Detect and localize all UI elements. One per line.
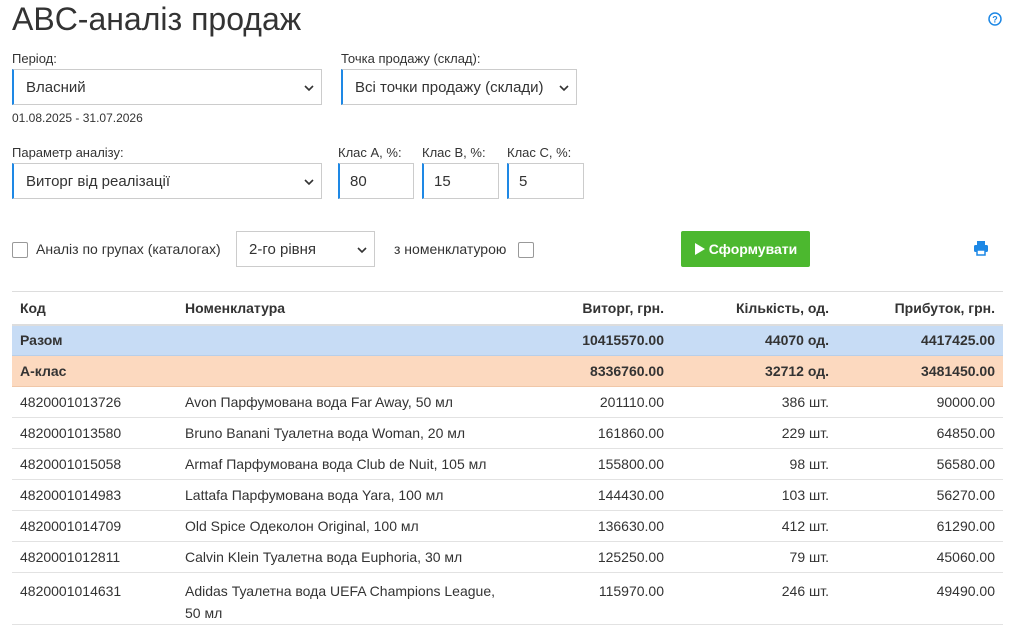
svg-text:?: ? (992, 15, 998, 25)
with-nomenclature-checkbox[interactable] (518, 242, 534, 258)
abc-report-table: Код Номенклатура Виторг, грн. Кількість,… (12, 291, 1003, 625)
class-a-profit: 3481450.00 (837, 355, 1003, 387)
row-name: Lattafa Парфумована вода Yara, 100 мл (177, 479, 522, 511)
generate-button[interactable]: Сформувати (681, 231, 810, 267)
col-qty-header[interactable]: Кількість, од. (672, 291, 837, 326)
col-revenue-header[interactable]: Виторг, грн. (522, 291, 672, 326)
row-code: 4820001014983 (12, 479, 177, 511)
row-profit: 49490.00 (837, 572, 1003, 625)
period-select[interactable]: Власний (12, 69, 322, 105)
point-select[interactable]: Всі точки продажу (склади) (341, 69, 577, 105)
class-c-label: Клас C, %: (507, 145, 572, 160)
class-b-input[interactable]: 15 (422, 163, 499, 199)
class-a-label: Клас A, %: (338, 145, 402, 160)
row-revenue: 155800.00 (522, 448, 672, 480)
table-row[interactable]: 4820001013580 Bruno Banani Туалетна вода… (12, 417, 1003, 449)
printer-icon[interactable] (973, 240, 989, 256)
row-qty: 79 шт. (672, 541, 837, 573)
col-code-header[interactable]: Код (12, 291, 177, 326)
row-revenue: 201110.00 (522, 386, 672, 418)
row-name: Calvin Klein Туалетна вода Euphoria, 30 … (177, 541, 522, 573)
chevron-down-icon (304, 179, 314, 186)
total-label: Разом (12, 324, 177, 356)
class-b-label: Клас B, %: (422, 145, 486, 160)
table-row[interactable]: 4820001013726 Avon Парфумована вода Far … (12, 386, 1003, 418)
row-name: Adidas Туалетна вода UEFA Champions Leag… (177, 572, 522, 625)
table-row[interactable]: 4820001014631 Adidas Туалетна вода UEFA … (12, 572, 1003, 625)
row-profit: 56580.00 (837, 448, 1003, 480)
row-qty: 98 шт. (672, 448, 837, 480)
row-qty: 386 шт. (672, 386, 837, 418)
row-revenue: 136630.00 (522, 510, 672, 542)
row-revenue: 115970.00 (522, 572, 672, 625)
row-code: 4820001014709 (12, 510, 177, 542)
param-select-value: Виторг від реалізації (26, 172, 171, 190)
row-name: Bruno Banani Туалетна вода Woman, 20 мл (177, 417, 522, 449)
class-c-input[interactable]: 5 (507, 163, 584, 199)
class-a-row-label: А-клас (12, 355, 177, 387)
date-range: 01.08.2025 - 31.07.2026 (12, 111, 143, 125)
row-name: Old Spice Одеколон Original, 100 мл (177, 510, 522, 542)
group-analysis-checkbox[interactable] (12, 242, 28, 258)
group-level-select[interactable]: 2-го рівня (236, 231, 375, 267)
total-revenue: 10415570.00 (522, 324, 672, 356)
help-icon[interactable]: ? (988, 12, 1002, 26)
group-analysis-label: Аналіз по групах (каталогах) (36, 241, 221, 257)
param-select[interactable]: Виторг від реалізації (12, 163, 322, 199)
row-name: Avon Парфумована вода Far Away, 50 мл (177, 386, 522, 418)
chevron-down-icon (304, 85, 314, 92)
class-a-qty: 32712 од. (672, 355, 837, 387)
total-name (177, 324, 522, 356)
row-qty: 412 шт. (672, 510, 837, 542)
total-row: Разом 10415570.00 44070 од. 4417425.00 (12, 324, 1003, 356)
chevron-down-icon (357, 247, 367, 254)
total-profit: 4417425.00 (837, 324, 1003, 356)
row-name: Armaf Парфумована вода Club de Nuit, 105… (177, 448, 522, 480)
row-revenue: 125250.00 (522, 541, 672, 573)
table-row[interactable]: 4820001014709 Old Spice Одеколон Origina… (12, 510, 1003, 542)
row-qty: 229 шт. (672, 417, 837, 449)
total-qty: 44070 од. (672, 324, 837, 356)
point-label: Точка продажу (склад): (341, 51, 481, 66)
period-select-value: Власний (26, 78, 86, 96)
class-a-revenue: 8336760.00 (522, 355, 672, 387)
table-row[interactable]: 4820001015058 Armaf Парфумована вода Clu… (12, 448, 1003, 480)
class-a-row-name (177, 355, 522, 387)
row-code: 4820001012811 (12, 541, 177, 573)
class-a-input[interactable]: 80 (338, 163, 414, 199)
row-profit: 64850.00 (837, 417, 1003, 449)
with-nomenclature-label: з номенклатурою (394, 241, 507, 257)
table-row[interactable]: 4820001014983 Lattafa Парфумована вода Y… (12, 479, 1003, 511)
period-label: Період: (12, 51, 57, 66)
row-profit: 90000.00 (837, 386, 1003, 418)
row-qty: 246 шт. (672, 572, 837, 625)
generate-button-label: Сформувати (708, 241, 798, 257)
row-code: 4820001013580 (12, 417, 177, 449)
group-level-value: 2-го рівня (249, 240, 317, 258)
table-header-row: Код Номенклатура Виторг, грн. Кількість,… (12, 291, 1003, 326)
row-revenue: 161860.00 (522, 417, 672, 449)
row-code: 4820001015058 (12, 448, 177, 480)
chevron-down-icon (559, 85, 569, 92)
class-a-row[interactable]: А-клас 8336760.00 32712 од. 3481450.00 (12, 355, 1003, 387)
row-profit: 45060.00 (837, 541, 1003, 573)
row-qty: 103 шт. (672, 479, 837, 511)
row-profit: 56270.00 (837, 479, 1003, 511)
col-profit-header[interactable]: Прибуток, грн. (837, 291, 1003, 326)
point-select-value: Всі точки продажу (склади) (355, 78, 544, 96)
table-row[interactable]: 4820001012811 Calvin Klein Туалетна вода… (12, 541, 1003, 573)
page-title: ABC-аналіз продаж (12, 1, 302, 37)
row-code: 4820001014631 (12, 572, 177, 625)
row-code: 4820001013726 (12, 386, 177, 418)
col-name-header[interactable]: Номенклатура (177, 291, 522, 326)
play-icon (694, 243, 705, 255)
row-profit: 61290.00 (837, 510, 1003, 542)
param-label: Параметр аналізу: (12, 145, 124, 160)
row-revenue: 144430.00 (522, 479, 672, 511)
